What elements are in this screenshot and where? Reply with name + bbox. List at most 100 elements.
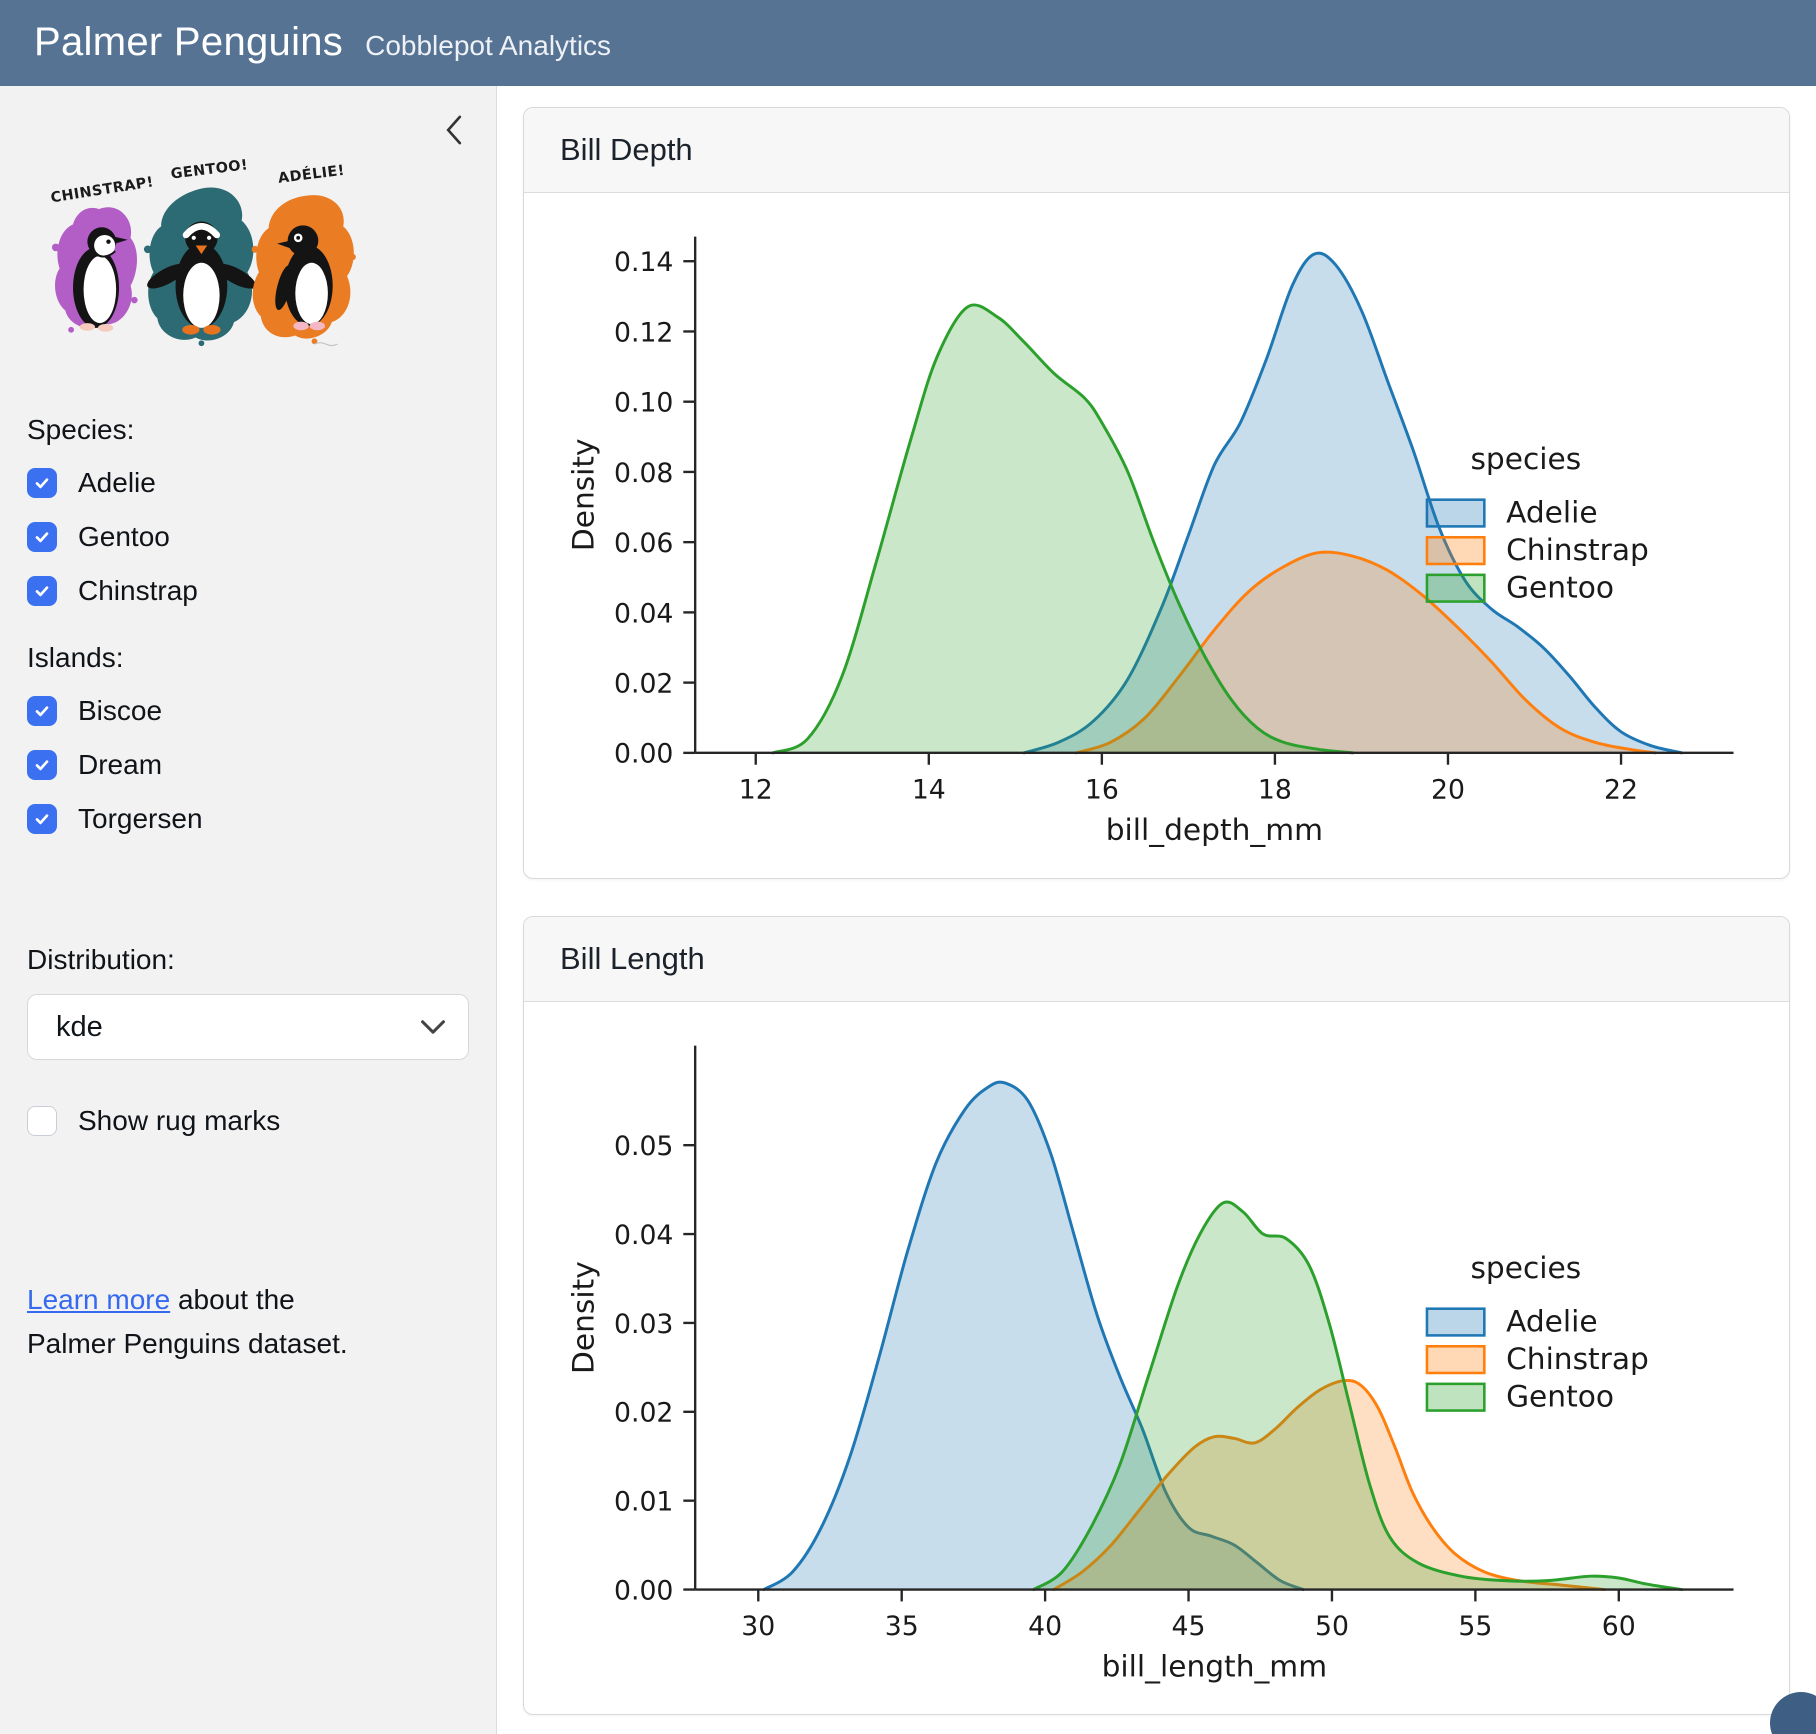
svg-text:0.02: 0.02	[614, 669, 673, 700]
chinstrap-checkbox[interactable]	[27, 576, 57, 606]
species-checkbox-row-chinstrap[interactable]: Chinstrap	[27, 574, 469, 608]
svg-text:16: 16	[1085, 774, 1119, 805]
svg-text:0.05: 0.05	[614, 1131, 673, 1162]
adelie-penguin-illustration	[252, 195, 356, 346]
species-checkbox-row-adelie[interactable]: Adelie	[27, 466, 469, 500]
chinstrap-checkbox-label: Chinstrap	[78, 575, 198, 607]
chinstrap-penguin-illustration	[52, 207, 138, 332]
sidebar-collapse-button[interactable]	[438, 110, 470, 150]
bill-length-card-body: 30 35 40 45 50 55 60 0.00 0.01 0.02 0.03 0.04 0.05 bi…	[524, 1002, 1789, 1714]
svg-text:60: 60	[1602, 1611, 1636, 1642]
bill-length-card: Bill Length 30 35 40 45 50 55 60 0.00 0.01 0.02 0.…	[523, 916, 1790, 1715]
bill-length-kde-chart: 30 35 40 45 50 55 60 0.00 0.01 0.02 0.03 0.04 0.05 bi…	[532, 1014, 1781, 1706]
svg-text:Density: Density	[565, 1261, 600, 1374]
bill-depth-card-header: Bill Depth	[524, 108, 1789, 193]
biscoe-checkbox-label: Biscoe	[78, 695, 162, 727]
adelie-checkbox-label: Adelie	[78, 467, 156, 499]
distribution-label: Distribution:	[27, 944, 469, 976]
main-content: Bill Depth 1214161820220.000.020.040.060…	[497, 86, 1816, 1734]
svg-text:30: 30	[741, 1611, 775, 1642]
gentoo-penguin-illustration	[144, 187, 259, 346]
rug-marks-checkbox-row[interactable]: Show rug marks	[27, 1104, 469, 1138]
svg-text:0.04: 0.04	[614, 1219, 673, 1250]
chevron-down-icon	[420, 1019, 446, 1035]
islands-group-label: Islands:	[27, 642, 469, 674]
bill-depth-card-body: 1214161820220.000.020.040.060.080.100.12…	[524, 193, 1789, 878]
penguins-artwork-image: CHINSTRAP! GENTOO! ADÉLIE!	[27, 142, 372, 348]
svg-text:Adelie: Adelie	[1506, 494, 1598, 529]
checkmark-icon	[32, 473, 52, 493]
svg-text:20: 20	[1431, 774, 1465, 805]
app-title: Palmer Penguins	[34, 20, 343, 65]
artist-signature-scribble	[314, 343, 337, 346]
svg-text:0.00: 0.00	[614, 739, 673, 770]
learn-more-link[interactable]: Learn more	[27, 1284, 170, 1315]
svg-text:0.04: 0.04	[614, 598, 673, 629]
svg-text:12: 12	[739, 774, 773, 805]
svg-text:35: 35	[885, 1611, 919, 1642]
svg-text:0.06: 0.06	[614, 528, 673, 559]
svg-text:0.10: 0.10	[614, 388, 673, 419]
adelie-checkbox[interactable]	[27, 468, 57, 498]
svg-text:55: 55	[1458, 1611, 1492, 1642]
bill-depth-card-title: Bill Depth	[560, 132, 693, 167]
page-content: CHINSTRAP! GENTOO! ADÉLIE! Species: Adel…	[0, 86, 1816, 1734]
bill-depth-card: Bill Depth 1214161820220.000.020.040.060…	[523, 107, 1790, 879]
rug-marks-checkbox[interactable]	[27, 1106, 57, 1136]
island-checkbox-row-biscoe[interactable]: Biscoe	[27, 694, 469, 728]
svg-text:bill_depth_mm: bill_depth_mm	[1106, 812, 1323, 847]
torgersen-checkbox[interactable]	[27, 804, 57, 834]
dream-checkbox[interactable]	[27, 750, 57, 780]
gentoo-artwork-label: GENTOO!	[170, 157, 249, 182]
bill-length-card-header: Bill Length	[524, 917, 1789, 1002]
island-checkbox-row-torgersen[interactable]: Torgersen	[27, 802, 469, 836]
dream-checkbox-label: Dream	[78, 749, 162, 781]
svg-text:50: 50	[1315, 1611, 1349, 1642]
biscoe-checkbox[interactable]	[27, 696, 57, 726]
svg-text:22: 22	[1604, 774, 1638, 805]
svg-text:18: 18	[1258, 774, 1292, 805]
distribution-select-value: kde	[56, 1011, 103, 1044]
checkmark-icon	[32, 755, 52, 775]
header-title-group: Palmer Penguins Cobblepot Analytics	[34, 20, 611, 65]
svg-text:0.08: 0.08	[614, 458, 673, 489]
svg-text:40: 40	[1028, 1611, 1062, 1642]
svg-text:species: species	[1470, 1250, 1581, 1285]
chevron-left-icon	[442, 114, 466, 146]
app-subtitle: Cobblepot Analytics	[365, 30, 611, 62]
svg-text:0.03: 0.03	[614, 1308, 673, 1339]
svg-text:45: 45	[1172, 1611, 1206, 1642]
species-checkbox-row-gentoo[interactable]: Gentoo	[27, 520, 469, 554]
torgersen-checkbox-label: Torgersen	[78, 803, 203, 835]
svg-text:0.02: 0.02	[614, 1397, 673, 1428]
gentoo-checkbox-label: Gentoo	[78, 521, 170, 553]
svg-text:Density: Density	[565, 438, 600, 551]
checkmark-icon	[32, 701, 52, 721]
learn-more-paragraph: Learn more about the Palmer Penguins dat…	[27, 1278, 367, 1366]
svg-text:Adelie: Adelie	[1506, 1303, 1598, 1338]
distribution-select[interactable]: kde	[27, 994, 469, 1060]
checkmark-icon	[32, 527, 52, 547]
svg-text:Gentoo: Gentoo	[1506, 570, 1614, 605]
adelie-artwork-label: ADÉLIE!	[277, 162, 346, 187]
svg-text:Chinstrap: Chinstrap	[1506, 1341, 1649, 1376]
checkmark-icon	[32, 581, 52, 601]
chinstrap-artwork-label: CHINSTRAP!	[50, 174, 155, 206]
svg-text:bill_length_mm: bill_length_mm	[1102, 1648, 1328, 1683]
svg-text:species: species	[1470, 441, 1581, 476]
island-checkbox-row-dream[interactable]: Dream	[27, 748, 469, 782]
rug-marks-checkbox-label: Show rug marks	[78, 1105, 280, 1137]
gentoo-checkbox[interactable]	[27, 522, 57, 552]
checkmark-icon	[32, 809, 52, 829]
svg-text:0.14: 0.14	[614, 247, 673, 278]
bill-length-card-title: Bill Length	[560, 941, 705, 976]
svg-text:0.00: 0.00	[614, 1575, 673, 1606]
svg-text:0.12: 0.12	[614, 317, 673, 348]
svg-text:0.01: 0.01	[614, 1486, 673, 1517]
bill-depth-kde-chart: 1214161820220.000.020.040.060.080.100.12…	[532, 205, 1781, 870]
svg-text:Chinstrap: Chinstrap	[1506, 532, 1649, 567]
species-group-label: Species:	[27, 414, 469, 446]
svg-text:Gentoo: Gentoo	[1506, 1378, 1614, 1413]
sidebar: CHINSTRAP! GENTOO! ADÉLIE! Species: Adel…	[0, 86, 497, 1734]
header-bar: Palmer Penguins Cobblepot Analytics	[0, 0, 1816, 86]
